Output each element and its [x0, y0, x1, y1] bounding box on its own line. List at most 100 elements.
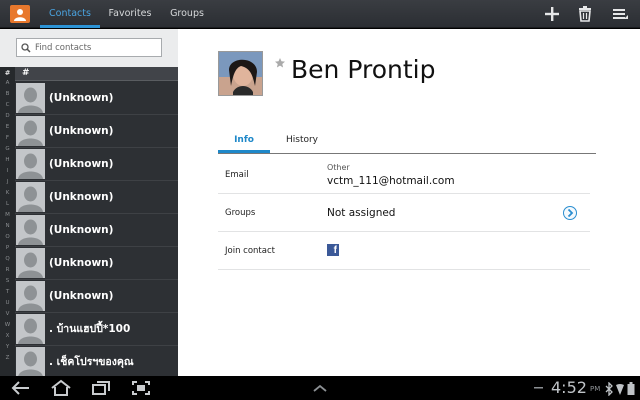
- section-header-label: #: [22, 68, 30, 78]
- menu-icon[interactable]: [610, 5, 630, 23]
- index-letter[interactable]: L: [0, 201, 15, 207]
- contact-list-item[interactable]: (Unknown): [15, 214, 178, 247]
- join-contact-row[interactable]: Join contact f: [218, 232, 590, 270]
- index-letter[interactable]: W: [0, 322, 15, 328]
- index-letter[interactable]: C: [0, 102, 15, 108]
- contact-name-label: (Unknown): [49, 257, 114, 269]
- email-label: Email: [225, 170, 249, 180]
- join-contact-label: Join contact: [225, 246, 275, 256]
- default-avatar-icon: [16, 248, 45, 278]
- index-letter[interactable]: T: [0, 289, 15, 295]
- index-letter[interactable]: E: [0, 124, 15, 130]
- tab-favorites[interactable]: Favorites: [104, 0, 156, 28]
- index-letter[interactable]: P: [0, 245, 15, 251]
- index-letter[interactable]: H: [0, 157, 15, 163]
- tab-history[interactable]: History: [278, 129, 326, 151]
- contact-name-label: . เช็คโปรฯของคุณ: [49, 356, 134, 368]
- chevron-right-icon[interactable]: [563, 206, 577, 220]
- contact-name-label: (Unknown): [49, 290, 114, 302]
- email-row[interactable]: Email Other vctm_111@hotmail.com: [218, 155, 590, 194]
- clock-ampm: PM: [590, 385, 601, 393]
- email-value[interactable]: vctm_111@hotmail.com: [327, 175, 455, 187]
- search-box[interactable]: [16, 38, 162, 57]
- index-letter[interactable]: Q: [0, 256, 15, 262]
- contact-list-item[interactable]: (Unknown): [15, 280, 178, 313]
- contact-photo[interactable]: [218, 51, 263, 96]
- groups-row[interactable]: Groups Not assigned: [218, 194, 590, 232]
- index-letter[interactable]: R: [0, 267, 15, 273]
- default-avatar-icon: [16, 116, 45, 146]
- default-avatar-icon: [16, 281, 45, 311]
- default-avatar-icon: [16, 347, 45, 377]
- tab-divider: [218, 153, 596, 154]
- contact-list-item[interactable]: (Unknown): [15, 181, 178, 214]
- index-letter[interactable]: F: [0, 135, 15, 141]
- contact-list-item[interactable]: (Unknown): [15, 247, 178, 280]
- default-avatar-icon: [16, 83, 45, 113]
- index-letter[interactable]: Y: [0, 344, 15, 350]
- tab-contacts[interactable]: Contacts: [40, 0, 100, 28]
- index-letter[interactable]: #: [0, 69, 15, 77]
- facebook-icon[interactable]: f: [327, 244, 339, 256]
- index-letter[interactable]: A: [0, 80, 15, 86]
- contacts-app-icon[interactable]: [10, 5, 30, 23]
- index-letter[interactable]: B: [0, 91, 15, 97]
- tab-groups[interactable]: Groups: [166, 0, 208, 28]
- contact-name-label: . บ้านแฮปปี้*100: [49, 323, 131, 335]
- clock-time: 4:52: [551, 378, 587, 397]
- home-icon[interactable]: [50, 379, 72, 397]
- index-letter[interactable]: V: [0, 311, 15, 317]
- plus-icon[interactable]: [542, 5, 562, 23]
- contact-name-label: (Unknown): [49, 92, 114, 104]
- back-icon[interactable]: [10, 379, 32, 397]
- groups-label: Groups: [225, 208, 256, 218]
- recent-apps-icon[interactable]: [90, 379, 112, 397]
- groups-value: Not assigned: [327, 207, 396, 219]
- search-area: [0, 29, 178, 67]
- default-avatar-icon: [16, 314, 45, 344]
- email-type: Other: [327, 163, 350, 172]
- index-letter[interactable]: U: [0, 300, 15, 306]
- default-avatar-icon: [16, 182, 45, 212]
- bluetooth-icon: [604, 381, 614, 399]
- contact-name-label: (Unknown): [49, 191, 114, 203]
- contact-list-item[interactable]: . บ้านแฮปปี้*100: [15, 313, 178, 346]
- contact-list-item[interactable]: . เช็คโปรฯของคุณ: [15, 346, 178, 379]
- contact-name-label: (Unknown): [49, 125, 114, 137]
- index-letter[interactable]: D: [0, 113, 15, 119]
- index-letter[interactable]: I: [0, 168, 15, 174]
- contact-name-label: (Unknown): [49, 224, 114, 236]
- index-letter[interactable]: X: [0, 333, 15, 339]
- search-input[interactable]: [35, 40, 157, 55]
- index-letter[interactable]: O: [0, 234, 15, 240]
- contact-detail-pane: Ben Prontip Info History Email Other vct…: [178, 29, 640, 376]
- tab-info[interactable]: Info: [218, 129, 270, 153]
- contact-name-label: (Unknown): [49, 158, 114, 170]
- contact-list-item[interactable]: (Unknown): [15, 82, 178, 115]
- index-letter[interactable]: N: [0, 223, 15, 229]
- system-bar: 4:52 PM: [0, 376, 640, 400]
- minus-icon: [533, 379, 545, 397]
- favorite-star-icon[interactable]: [274, 54, 286, 73]
- search-icon: [21, 43, 31, 53]
- section-header: #: [15, 67, 178, 81]
- action-bar: Contacts Favorites Groups: [0, 0, 640, 28]
- trash-icon[interactable]: [575, 5, 595, 23]
- default-avatar-icon: [16, 215, 45, 245]
- wifi-icon: [616, 381, 624, 399]
- index-letter[interactable]: Z: [0, 355, 15, 361]
- alphabet-index-bar[interactable]: # A B C D E F G H I J K L M N O P Q R S T U V W X Y Z: [0, 67, 15, 376]
- contact-name: Ben Prontip: [291, 55, 436, 84]
- index-letter[interactable]: S: [0, 278, 15, 284]
- index-letter[interactable]: K: [0, 190, 15, 196]
- index-letter[interactable]: J: [0, 179, 15, 185]
- contact-list-item[interactable]: (Unknown): [15, 148, 178, 181]
- chevron-up-icon[interactable]: [310, 379, 330, 397]
- index-letter[interactable]: G: [0, 146, 15, 152]
- screenshot-icon[interactable]: [130, 379, 152, 397]
- contact-list-pane: # ABCDEFGHIJKLMNOPQRSTUVWXYZ # (Unknown) (…: [0, 29, 178, 379]
- default-avatar-icon: [16, 149, 45, 179]
- index-letter[interactable]: M: [0, 212, 15, 218]
- contact-list-item[interactable]: (Unknown): [15, 115, 178, 148]
- battery-icon: [627, 381, 635, 399]
